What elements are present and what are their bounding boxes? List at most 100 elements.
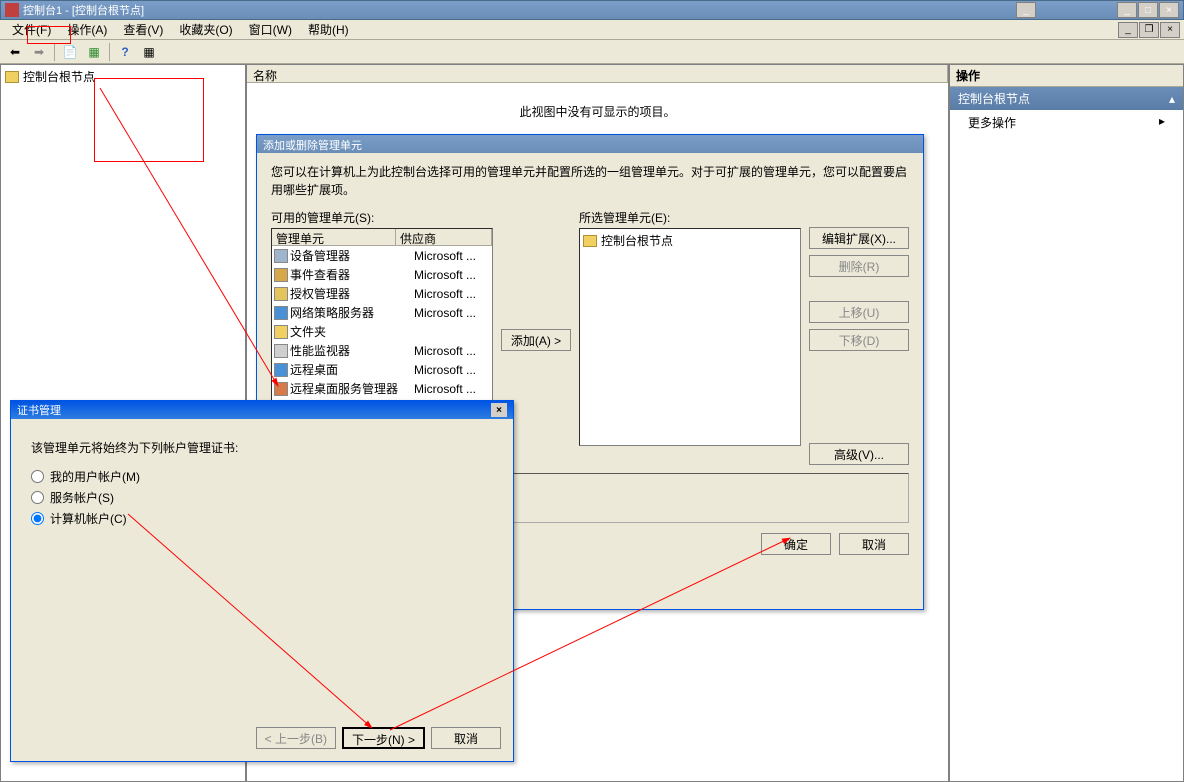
selected-root-label: 控制台根节点 bbox=[601, 232, 673, 249]
actions-panel: 操作 控制台根节点 ▴ 更多操作 ▸ bbox=[949, 64, 1184, 782]
back-button[interactable]: < 上一步(B) bbox=[256, 727, 336, 749]
collapse-icon: ▴ bbox=[1169, 92, 1175, 106]
mdi-minimize-button[interactable]: _ bbox=[1118, 22, 1138, 38]
available-snapins-list[interactable]: 管理单元 供应商 设备管理器Microsoft ...事件查看器Microsof… bbox=[271, 228, 493, 408]
actions-section[interactable]: 控制台根节点 ▴ bbox=[950, 87, 1183, 110]
snapin-row[interactable]: 设备管理器Microsoft ... bbox=[272, 246, 492, 265]
radio-user-account[interactable]: 我的用户帐户(M) bbox=[31, 466, 493, 487]
snapin-vendor: Microsoft ... bbox=[414, 306, 490, 320]
mdi-restore-button[interactable]: ❐ bbox=[1139, 22, 1159, 38]
available-label: 可用的管理单元(S): bbox=[271, 209, 493, 226]
back-button[interactable]: ⬅ bbox=[4, 42, 26, 62]
close-button[interactable]: × bbox=[491, 403, 507, 417]
menu-help[interactable]: 帮助(H) bbox=[300, 19, 357, 40]
snapin-row[interactable]: 事件查看器Microsoft ... bbox=[272, 265, 492, 284]
snapin-name: 性能监视器 bbox=[290, 342, 414, 359]
radio-service-input[interactable] bbox=[31, 491, 44, 504]
next-button[interactable]: 下一步(N) > bbox=[342, 727, 425, 749]
ok-button[interactable]: 确定 bbox=[761, 533, 831, 555]
snapin-icon bbox=[274, 363, 288, 377]
col-vendor[interactable]: 供应商 bbox=[396, 229, 492, 245]
remove-button[interactable]: 删除(R) bbox=[809, 255, 909, 277]
close-button[interactable]: × bbox=[1159, 2, 1179, 18]
snapin-row[interactable]: 远程桌面服务管理器Microsoft ... bbox=[272, 379, 492, 398]
selected-snapins-list[interactable]: 控制台根节点 bbox=[579, 228, 801, 446]
minimize-button[interactable]: _ bbox=[1117, 2, 1137, 18]
add-button[interactable]: 添加(A) > bbox=[501, 329, 571, 351]
list-header: 名称 bbox=[247, 65, 948, 83]
snapin-row[interactable]: 远程桌面Microsoft ... bbox=[272, 360, 492, 379]
up-button[interactable]: 📄 bbox=[59, 42, 81, 62]
advanced-button[interactable]: 高级(V)... bbox=[809, 443, 909, 465]
folder-icon bbox=[583, 235, 597, 247]
maximize-button[interactable]: □ bbox=[1138, 2, 1158, 18]
snapin-icon bbox=[274, 249, 288, 263]
snapin-vendor: Microsoft ... bbox=[414, 287, 490, 301]
show-button[interactable]: ▦ bbox=[83, 42, 105, 62]
cancel-button[interactable]: 取消 bbox=[839, 533, 909, 555]
radio-user-input[interactable] bbox=[31, 470, 44, 483]
snapin-name: 网络策略服务器 bbox=[290, 304, 414, 321]
radio-computer-input[interactable] bbox=[31, 512, 44, 525]
toolbar: ⬅ ➡ 📄 ▦ ? ▦ bbox=[0, 40, 1184, 64]
radio-user-label: 我的用户帐户(M) bbox=[50, 468, 140, 485]
snapin-vendor: Microsoft ... bbox=[414, 382, 490, 396]
actions-section-title: 控制台根节点 bbox=[958, 90, 1030, 107]
snapin-name: 远程桌面 bbox=[290, 361, 414, 378]
account-radio-group: 我的用户帐户(M) 服务帐户(S) 计算机帐户(C) bbox=[31, 466, 493, 529]
forward-button[interactable]: ➡ bbox=[28, 42, 50, 62]
snapin-name: 事件查看器 bbox=[290, 266, 414, 283]
snapin-icon bbox=[274, 268, 288, 282]
tree-root-label: 控制台根节点 bbox=[23, 68, 95, 85]
menu-view[interactable]: 查看(V) bbox=[115, 19, 171, 40]
chevron-right-icon: ▸ bbox=[1159, 114, 1165, 131]
selected-root-item[interactable]: 控制台根节点 bbox=[582, 231, 798, 250]
menu-favorites[interactable]: 收藏夹(O) bbox=[171, 19, 240, 40]
snapin-icon bbox=[274, 306, 288, 320]
radio-computer-account[interactable]: 计算机帐户(C) bbox=[31, 508, 493, 529]
snapin-row[interactable]: 授权管理器Microsoft ... bbox=[272, 284, 492, 303]
help-button[interactable]: ? bbox=[114, 42, 136, 62]
move-down-button[interactable]: 下移(D) bbox=[809, 329, 909, 351]
main-titlebar: 控制台1 - [控制台根节点] _ _ □ × bbox=[0, 0, 1184, 20]
snapin-row[interactable]: 性能监视器Microsoft ... bbox=[272, 341, 492, 360]
snapin-icon bbox=[274, 344, 288, 358]
extra-button[interactable]: ▦ bbox=[138, 42, 160, 62]
menu-action[interactable]: 操作(A) bbox=[59, 19, 115, 40]
folder-icon bbox=[5, 71, 19, 83]
window-controls: _ _ □ × bbox=[1016, 2, 1179, 18]
tree-root-node[interactable]: 控制台根节点 bbox=[3, 67, 243, 86]
snapin-name: 文件夹 bbox=[290, 323, 414, 340]
snapin-row[interactable]: 文件夹 bbox=[272, 322, 492, 341]
col-snapin[interactable]: 管理单元 bbox=[272, 229, 396, 245]
certificate-snapin-dialog: 证书管理 × 该管理单元将始终为下列帐户管理证书: 我的用户帐户(M) 服务帐户… bbox=[10, 400, 514, 762]
edit-extensions-button[interactable]: 编辑扩展(X)... bbox=[809, 227, 909, 249]
dialog-title: 添加或删除管理单元 bbox=[257, 135, 923, 153]
more-actions-label: 更多操作 bbox=[968, 114, 1016, 131]
cert-dialog-title: 证书管理 × bbox=[11, 401, 513, 419]
snapin-name: 授权管理器 bbox=[290, 285, 414, 302]
snapin-vendor: Microsoft ... bbox=[414, 344, 490, 358]
radio-service-account[interactable]: 服务帐户(S) bbox=[31, 487, 493, 508]
menu-file[interactable]: 文件(F) bbox=[4, 19, 59, 40]
actions-header: 操作 bbox=[950, 65, 1183, 87]
radio-service-label: 服务帐户(S) bbox=[50, 489, 114, 506]
snapin-icon bbox=[274, 287, 288, 301]
window-title: 控制台1 - [控制台根节点] bbox=[23, 2, 1016, 18]
menu-window[interactable]: 窗口(W) bbox=[241, 19, 300, 40]
move-up-button[interactable]: 上移(U) bbox=[809, 301, 909, 323]
cancel-button[interactable]: 取消 bbox=[431, 727, 501, 749]
more-actions[interactable]: 更多操作 ▸ bbox=[950, 110, 1183, 135]
mdi-close-button[interactable]: × bbox=[1160, 22, 1180, 38]
list-header-name[interactable]: 名称 bbox=[247, 65, 948, 82]
snapin-icon bbox=[274, 382, 288, 396]
snapin-name: 设备管理器 bbox=[290, 247, 414, 264]
menubar: 文件(F) 操作(A) 查看(V) 收藏夹(O) 窗口(W) 帮助(H) _ ❐… bbox=[0, 20, 1184, 40]
selected-label: 所选管理单元(E): bbox=[579, 209, 801, 226]
snapin-name: 远程桌面服务管理器 bbox=[290, 380, 414, 397]
snapin-vendor: Microsoft ... bbox=[414, 363, 490, 377]
snapin-row[interactable]: 网络策略服务器Microsoft ... bbox=[272, 303, 492, 322]
snapin-icon bbox=[274, 325, 288, 339]
minimize-inner-button[interactable]: _ bbox=[1016, 2, 1036, 18]
radio-computer-label: 计算机帐户(C) bbox=[50, 510, 127, 527]
